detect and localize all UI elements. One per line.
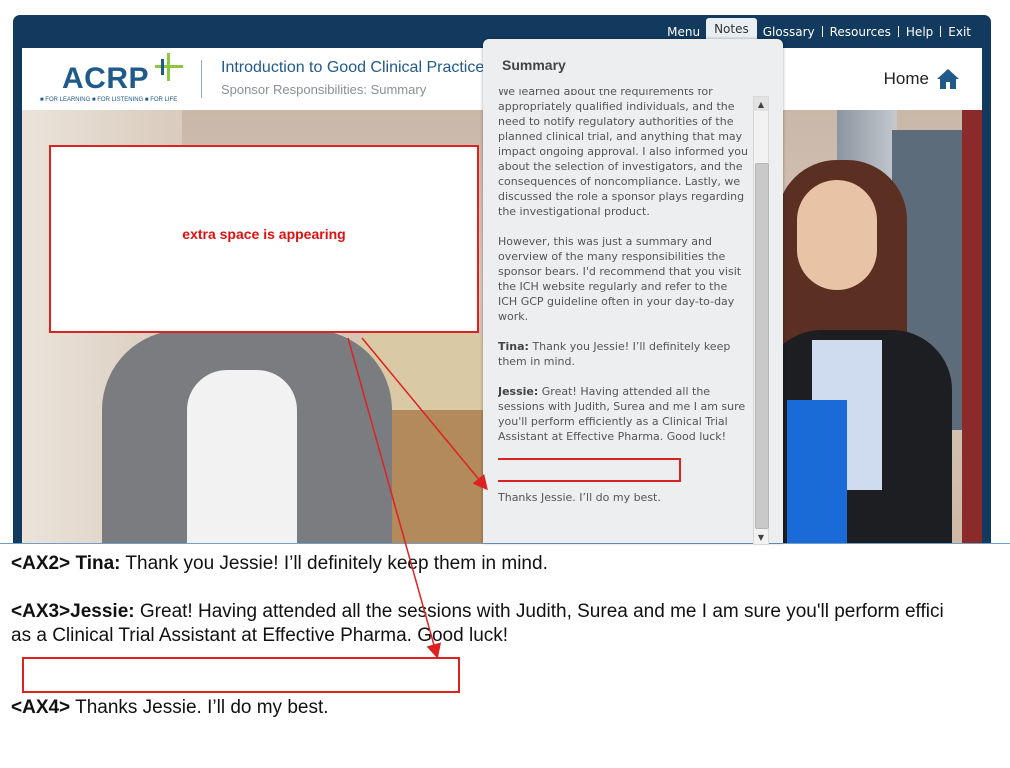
transcript-text: Thank you Jessie! I’ll definitely keep t… <box>125 553 548 574</box>
transcript-line: <AX4> Thanks Jessie. I’ll do my best. <box>11 696 329 720</box>
logo-cross-icon <box>155 53 183 81</box>
transcript-text: Great! Having attended all the sessions … <box>139 601 944 622</box>
transcript-line: <AX2> Tina: Thank you Jessie! I’ll defin… <box>11 552 548 576</box>
nav-menu[interactable]: Menu <box>661 23 706 41</box>
scroll-thumb[interactable] <box>755 163 769 529</box>
notes-content[interactable]: We learned about the requirements for ap… <box>498 89 748 537</box>
character-right-folder <box>787 400 847 543</box>
logo-text: ACRP <box>62 62 150 95</box>
notes-scrollbar[interactable]: ▲ ▼ <box>753 96 769 545</box>
annotation-text: extra space is appearing <box>182 226 346 242</box>
transcript-tag: <AX3> <box>11 601 71 622</box>
annotation-callout: extra space is appearing <box>49 145 479 333</box>
extra-space-highlight <box>498 458 681 482</box>
character-right-face <box>797 180 877 290</box>
course-title: Introduction to Good Clinical Practice <box>221 59 485 76</box>
notes-paragraph: We learned about the requirements for ap… <box>498 89 748 218</box>
character-left-shirt <box>187 370 297 543</box>
notes-panel: Summary We learned about the requirement… <box>483 39 783 545</box>
transcript-divider <box>0 543 1010 544</box>
logo-tagline: ■ FOR LEARNING ■ FOR LISTENING ■ FOR LIF… <box>40 97 178 103</box>
nav-separator <box>821 26 823 37</box>
scene-shelf <box>962 110 982 543</box>
nav-glossary[interactable]: Glossary <box>757 23 821 41</box>
scroll-down-icon[interactable]: ▼ <box>754 530 768 544</box>
nav-resources[interactable]: Resources <box>824 23 897 41</box>
notes-jessie-line: Jessie: Great! Having attended all the s… <box>498 384 748 444</box>
transcript-tag: <AX2> <box>11 553 71 574</box>
nav-exit[interactable]: Exit <box>942 23 977 41</box>
speaker-text: Thank you Jessie! I’ll definitely keep t… <box>498 340 731 368</box>
notes-paragraph: However, this was just a summary and ove… <box>498 235 742 323</box>
course-subtitle: Sponsor Responsibilities: Summary <box>221 82 427 97</box>
extra-space-highlight <box>22 657 460 693</box>
notes-tina-line: Tina: Thank you Jessie! I’ll definitely … <box>498 339 748 369</box>
header-divider <box>201 60 202 98</box>
transcript-speaker: Jessie: <box>70 601 135 622</box>
transcript-speaker: Tina: <box>75 553 121 574</box>
home-button[interactable]: Home <box>884 68 960 90</box>
home-icon <box>937 69 959 89</box>
speaker-name: Jessie: <box>498 385 539 398</box>
nav-separator <box>897 26 899 37</box>
transcript-line: <AX3>Jessie: Great! Having attended all … <box>11 600 944 624</box>
acrp-logo: ACRP ■ FOR LEARNING ■ FOR LISTENING ■ FO… <box>40 53 190 108</box>
home-label: Home <box>883 69 929 88</box>
transcript-line-continued: as a Clinical Trial Assistant at Effecti… <box>11 625 509 646</box>
notes-last-line: Thanks Jessie. I’ll do my best. <box>498 491 661 504</box>
notes-title: Summary <box>502 57 566 73</box>
nav-help[interactable]: Help <box>900 23 939 41</box>
transcript-tag: <AX4> <box>11 697 71 718</box>
transcript-text: Thanks Jessie. I’ll do my best. <box>75 697 329 718</box>
nav-separator <box>940 26 942 37</box>
speaker-name: Tina: <box>498 340 529 353</box>
scroll-up-icon[interactable]: ▲ <box>754 97 768 111</box>
